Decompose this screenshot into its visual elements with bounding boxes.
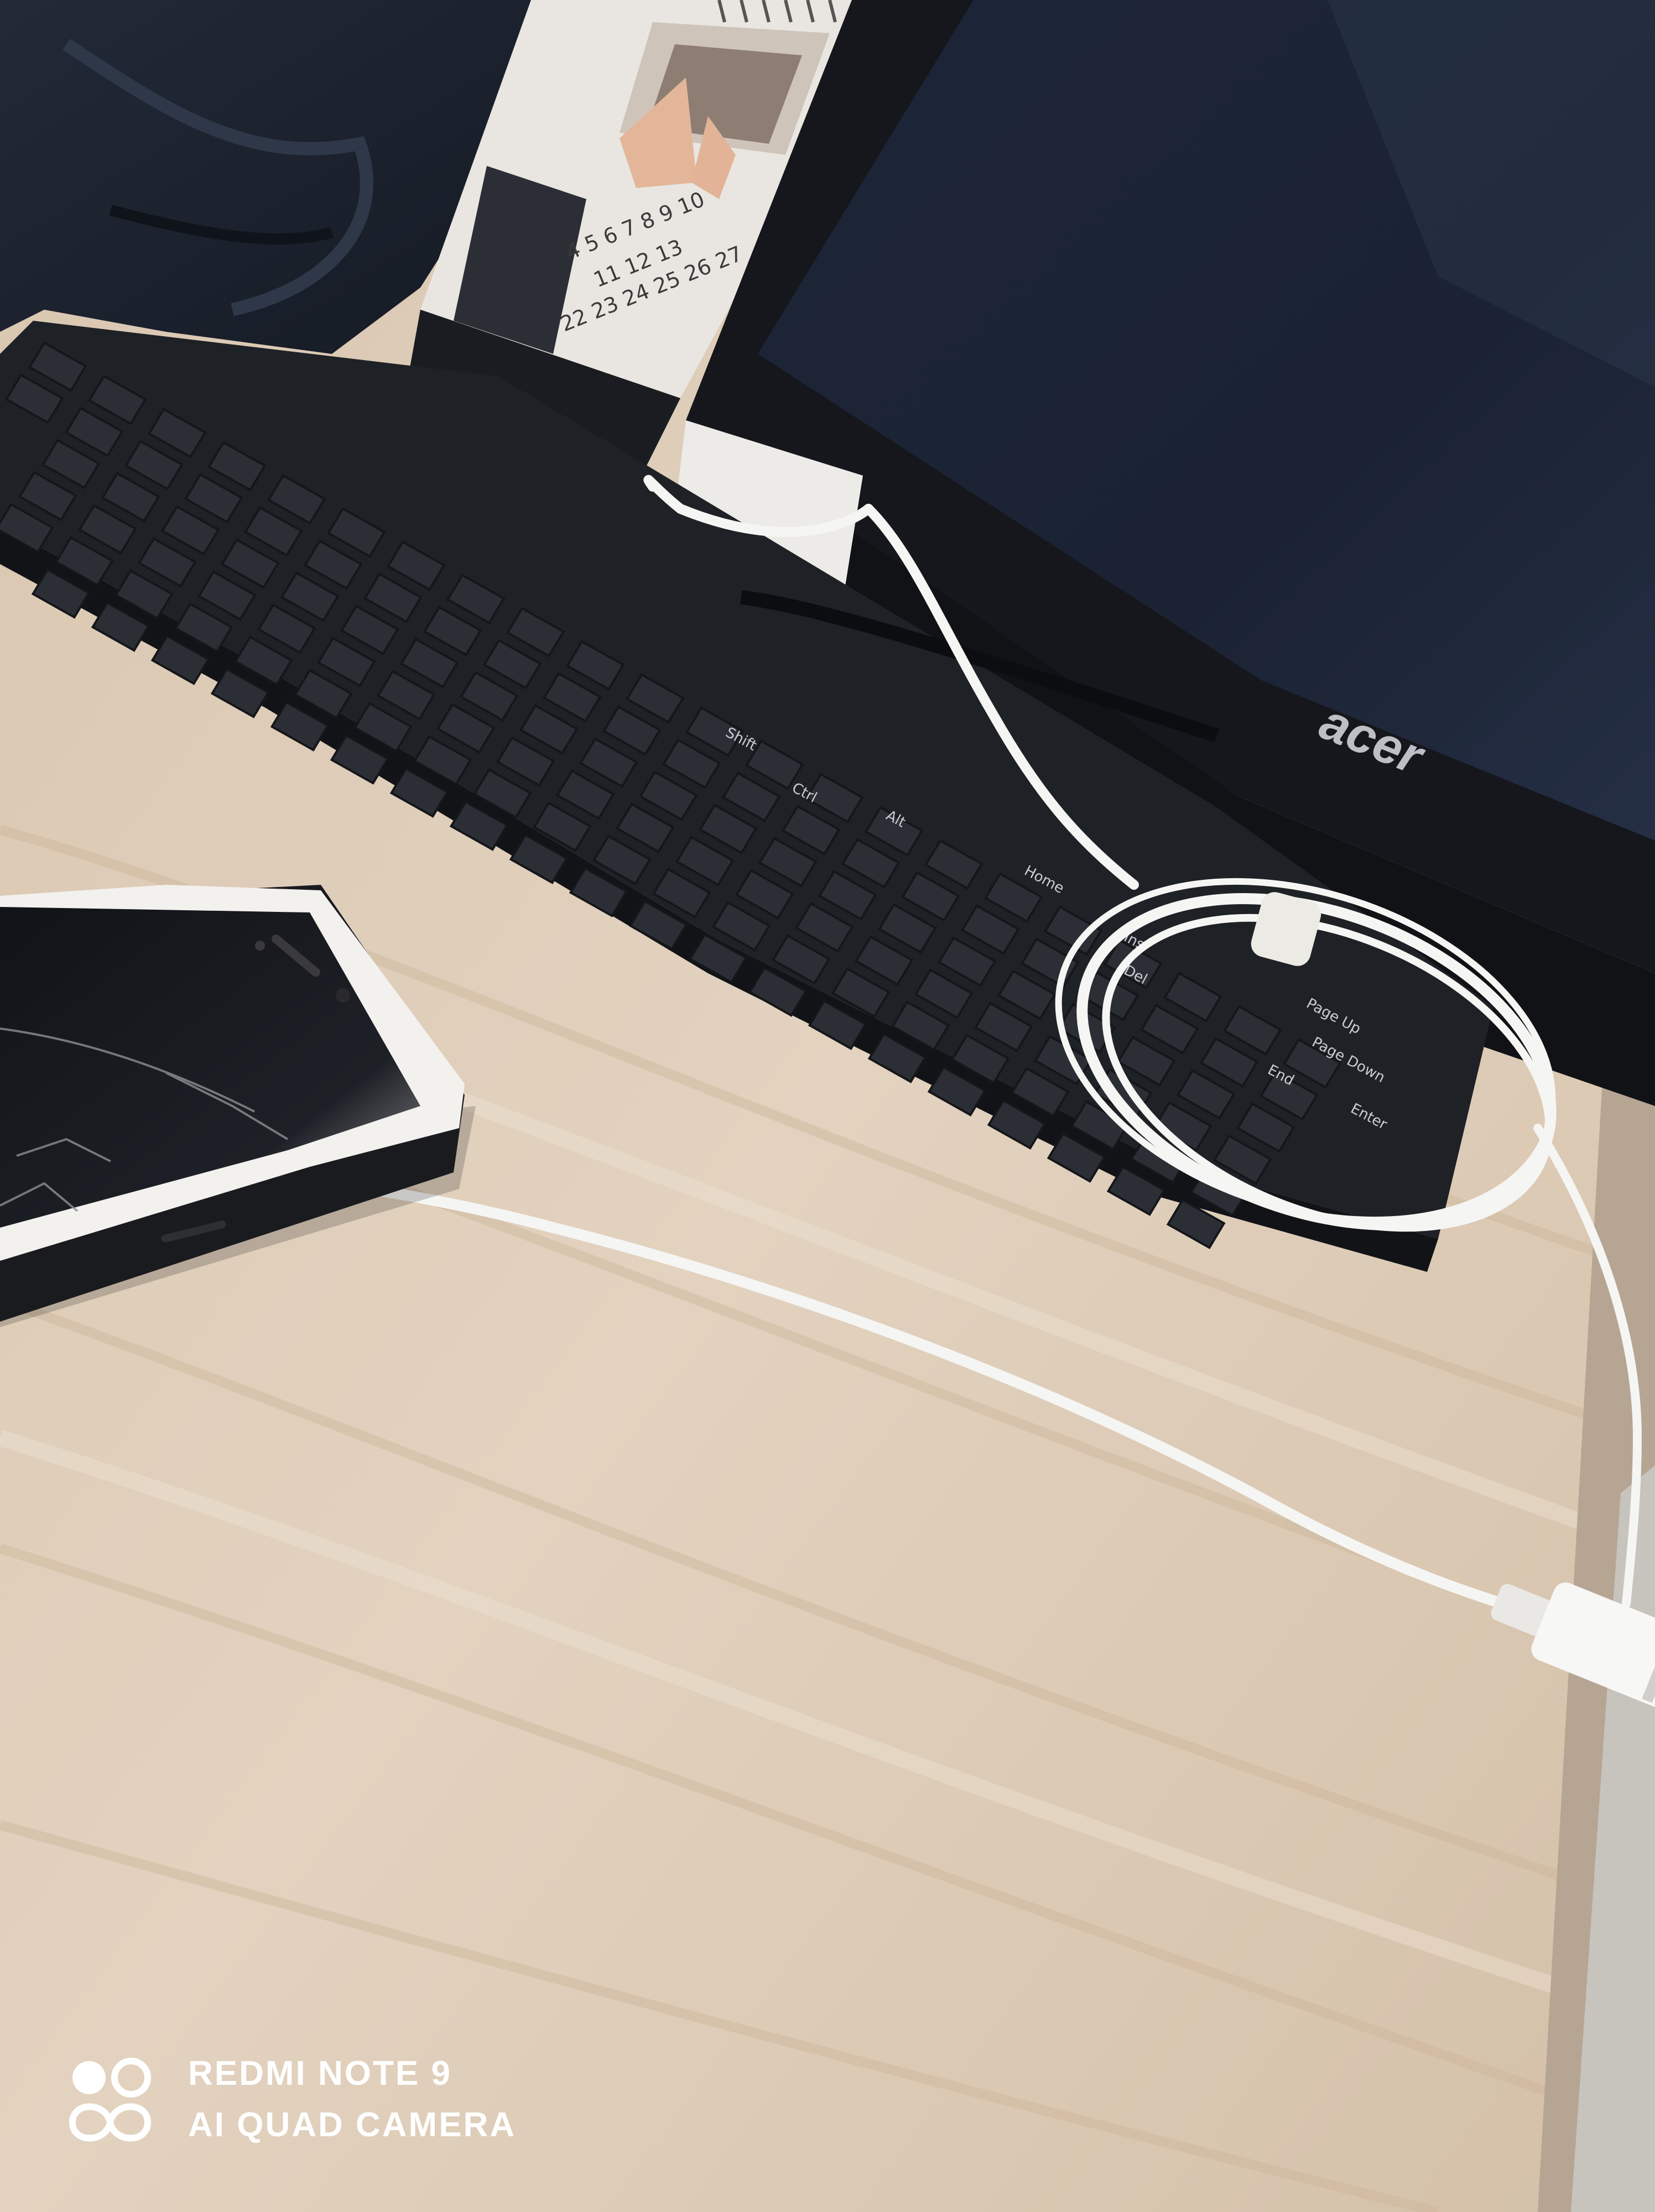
photo-svg: 4 5 6 7 8 9 10 11 12 13 22 23 24 25 26 2…	[0, 0, 1655, 2212]
watermark-camera: AI QUAD CAMERA	[188, 2106, 516, 2144]
phone-front-camera	[336, 988, 350, 1003]
photo-scene: 4 5 6 7 8 9 10 11 12 13 22 23 24 25 26 2…	[0, 0, 1655, 2212]
phone-sensor	[255, 941, 265, 951]
watermark-model: REDMI NOTE 9	[188, 2054, 452, 2093]
